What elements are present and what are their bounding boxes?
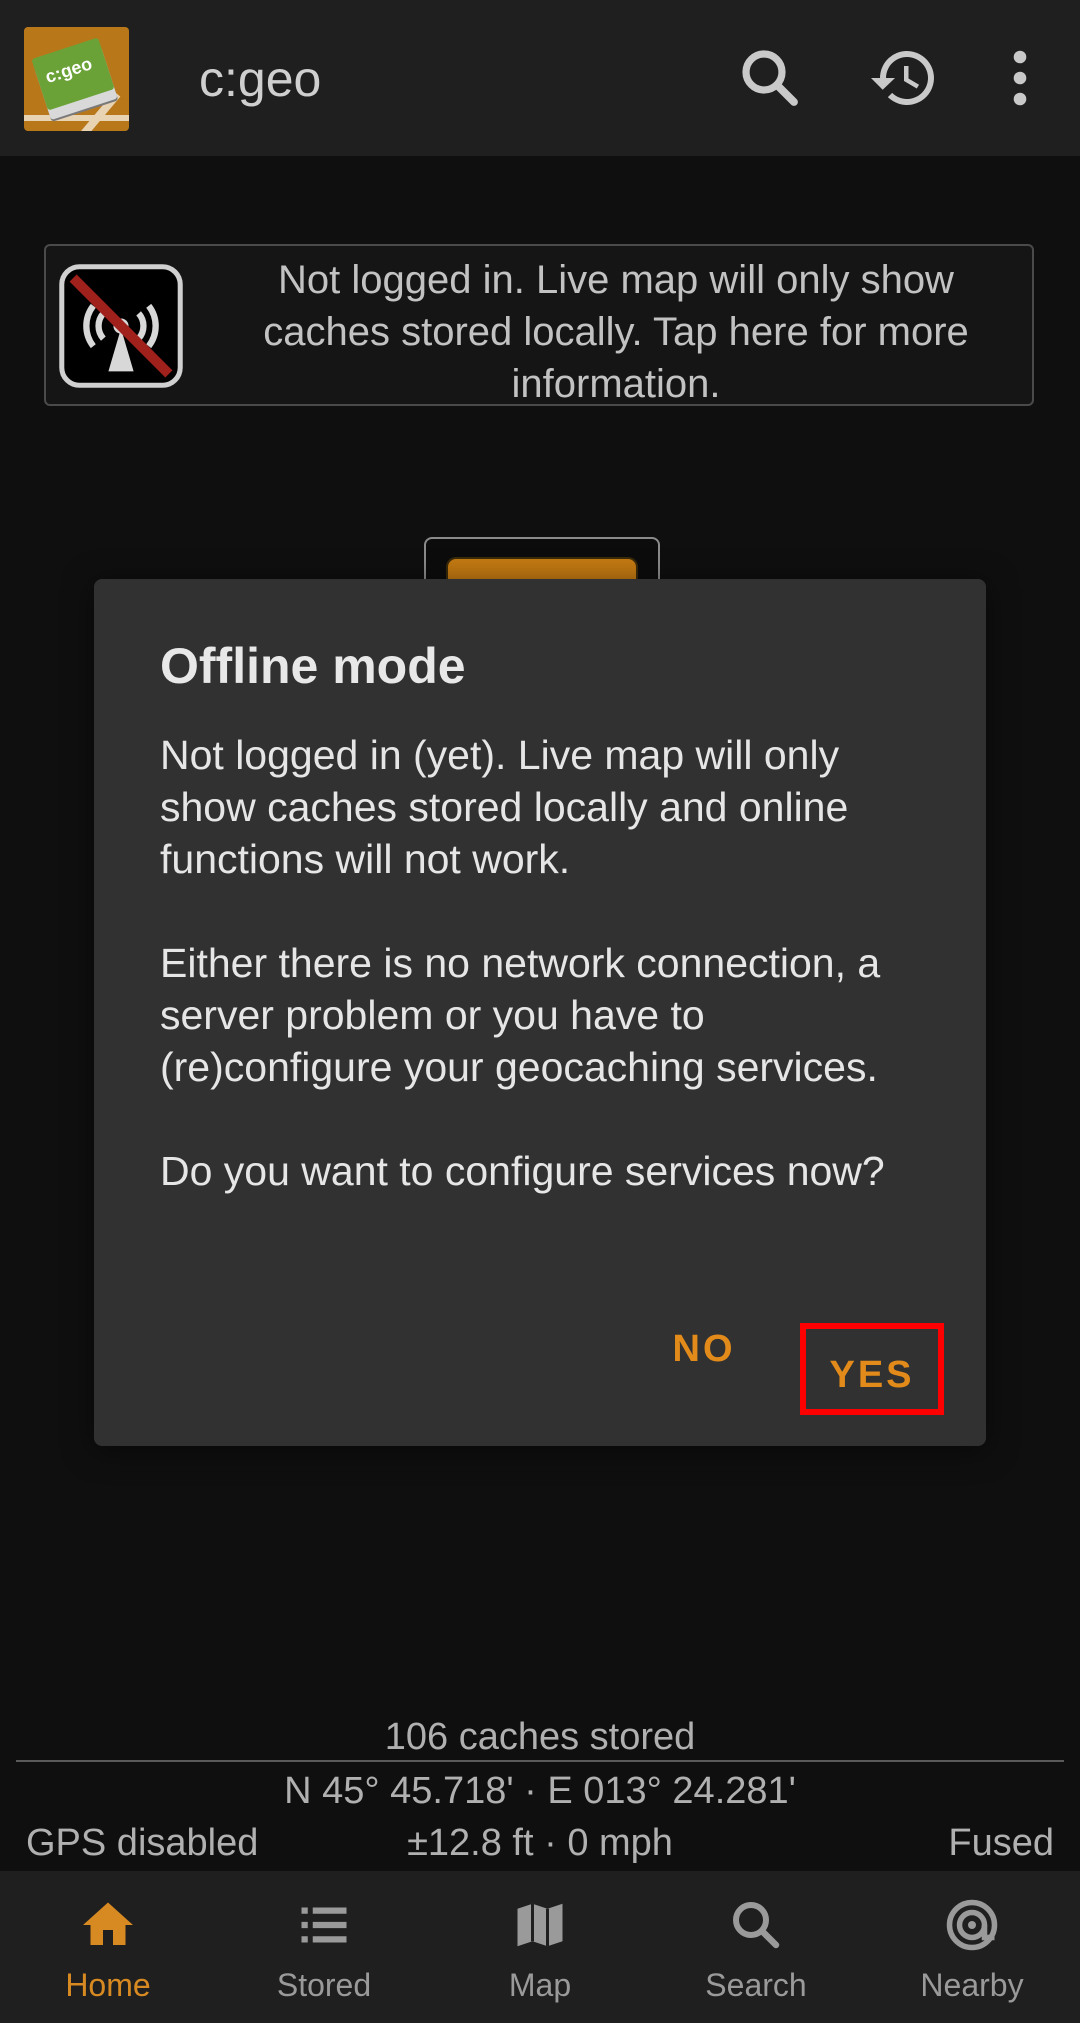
home-icon [83, 1902, 133, 1945]
nav-stored[interactable]: Stored [216, 1871, 432, 2023]
search-icon [733, 1902, 780, 1949]
no-signal-icon [59, 264, 183, 388]
dialog-title: Offline mode [160, 638, 466, 694]
caches-stored-count: 106 caches stored [384, 1716, 696, 1758]
offline-mode-dialog: Offline mode Not logged in (yet). Live m… [94, 579, 986, 1446]
nav-label: Nearby [920, 1967, 1024, 2003]
nav-home[interactable]: Home [0, 1871, 216, 2023]
dialog-message: Not logged in (yet). Live map will only … [160, 729, 940, 1249]
no-button[interactable]: NO [634, 1314, 774, 1384]
nav-label: Stored [276, 1967, 372, 2003]
location-provider: Fused [948, 1822, 1054, 1864]
dialog-paragraph: Not logged in (yet). Live map will only … [160, 732, 849, 882]
nav-search[interactable]: Search [648, 1871, 864, 2023]
nav-label: Search [705, 1967, 807, 2003]
overflow-menu-icon[interactable] [984, 42, 1056, 114]
bottom-navigation: Home Stored Map Search Nearby [0, 1871, 1080, 2023]
nav-label: Map [508, 1967, 572, 2003]
search-icon[interactable] [734, 42, 806, 114]
nearby-icon [946, 1899, 998, 1951]
coordinates: N 45° 45.718' · E 013° 24.281' [284, 1770, 796, 1812]
app-bar: c:geo c:geo [0, 0, 1080, 156]
divider [16, 1760, 1064, 1762]
nav-label: Home [65, 1967, 151, 2003]
yes-button[interactable]: YES [800, 1323, 944, 1415]
history-icon[interactable] [868, 42, 940, 114]
logo-text: c:geo [42, 53, 95, 88]
nav-nearby[interactable]: Nearby [864, 1871, 1080, 2023]
app-title: c:geo [199, 51, 322, 107]
dialog-paragraph: Either there is no network connection, a… [160, 940, 881, 1090]
app-logo: c:geo [24, 27, 129, 131]
list-icon [301, 1907, 347, 1943]
banner-text: Not logged in. Live map will only show c… [263, 258, 969, 406]
dialog-paragraph: Do you want to configure services now? [160, 1148, 885, 1194]
map-icon [517, 1903, 563, 1947]
not-logged-in-banner[interactable]: Not logged in. Live map will only show c… [44, 244, 1034, 406]
gps-status: GPS disabled [26, 1822, 259, 1864]
nav-map[interactable]: Map [432, 1871, 648, 2023]
